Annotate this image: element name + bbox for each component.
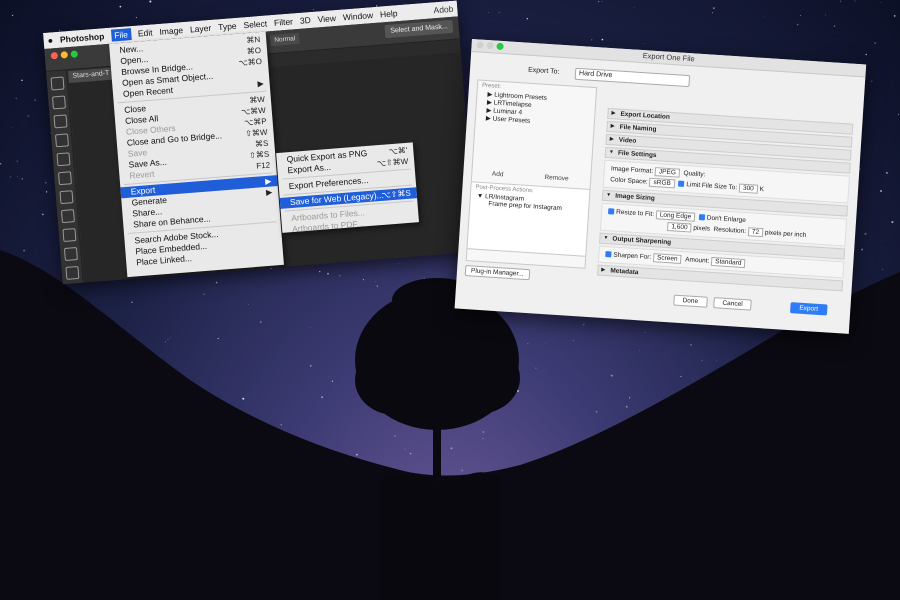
submenu-arrow-icon: ▶ — [264, 176, 272, 187]
menu-type[interactable]: Type — [218, 21, 237, 32]
marquee-tool-icon[interactable] — [51, 95, 66, 110]
menu-3d[interactable]: 3D — [299, 15, 311, 26]
export-to-select[interactable]: Hard Drive — [574, 67, 691, 88]
resize-to-fit-label: Resize to Fit: — [615, 208, 655, 219]
plugin-manager-button[interactable]: Plug-in Manager... — [464, 265, 531, 281]
export-submenu: Quick Export as PNG ⌥⌘' Export As... ⌥⇧⌘W Ex… — [276, 142, 419, 234]
menu-edit[interactable]: Edit — [137, 27, 152, 38]
export-button[interactable]: Export — [789, 302, 828, 316]
menu-filter[interactable]: Filter — [274, 16, 294, 27]
lightroom-export-dialog: Export One File Export To: Hard Drive Pr… — [454, 39, 867, 334]
traffic-lights — [50, 50, 79, 60]
sharpen-for-label: Sharpen For: — [613, 251, 652, 262]
resolution-input[interactable]: 72 — [747, 227, 764, 238]
quality-label: Quality: — [683, 169, 706, 179]
menu-item-label: New... — [119, 43, 144, 56]
limit-file-size-unit: K — [759, 185, 765, 194]
size-input[interactable]: 1,600 — [667, 222, 692, 233]
limit-file-size-input[interactable]: 300 — [738, 183, 759, 194]
app-name[interactable]: Photoshop — [60, 31, 105, 44]
menu-item-label: Save — [127, 147, 148, 159]
cancel-button[interactable]: Cancel — [713, 297, 753, 311]
remove-preset-button[interactable]: Remove — [544, 174, 569, 183]
menu-image[interactable]: Image — [159, 25, 183, 37]
move-tool-icon[interactable] — [50, 76, 64, 91]
frame-tool-icon[interactable] — [57, 171, 72, 186]
close-window-icon[interactable] — [50, 51, 59, 60]
file-menu: New... ⌘N Open... ⌘O Browse In Bridge... ⌥⌘O O… — [109, 31, 284, 278]
resolution-unit-select[interactable]: pixels per inch — [765, 229, 807, 239]
resolution-label: Resolution: — [713, 225, 747, 236]
menu-window[interactable]: Window — [342, 10, 373, 22]
submenu-arrow-icon: ▶ — [257, 78, 264, 89]
done-button[interactable]: Done — [673, 294, 708, 308]
menubar-right-text: Adob — [433, 3, 454, 16]
menu-shortcut: F12 — [255, 160, 271, 171]
menu-item-label: Revert — [129, 168, 155, 181]
stamp-tool-icon[interactable] — [63, 247, 78, 262]
history-brush-tool-icon[interactable] — [64, 265, 79, 280]
submenu-arrow-icon: ▶ — [265, 187, 273, 197]
export-settings: Export Location File Naming Video File S… — [596, 107, 854, 313]
menu-help[interactable]: Help — [380, 8, 398, 19]
image-format-select[interactable]: JPEG — [654, 167, 681, 178]
resize-to-fit-checkbox[interactable] — [607, 208, 615, 215]
amount-label: Amount: — [684, 256, 710, 265]
export-to-label: Export To: — [527, 66, 560, 76]
dont-enlarge-checkbox[interactable] — [698, 214, 705, 221]
quick-select-tool-icon[interactable] — [54, 133, 69, 148]
menu-select[interactable]: Select — [243, 18, 267, 30]
brush-tool-icon[interactable] — [61, 228, 76, 243]
menu-item-label: Close — [123, 103, 147, 115]
menu-shortcut: ⌥⇧⌘S — [381, 188, 412, 200]
blend-mode-select[interactable]: Normal — [269, 32, 300, 47]
zoom-window-icon[interactable] — [70, 50, 79, 58]
photoshop-window: ● Photoshop File Edit Image Layer Type S… — [43, 0, 477, 285]
add-preset-button[interactable]: Add — [492, 171, 504, 179]
menu-view[interactable]: View — [317, 13, 336, 24]
lasso-tool-icon[interactable] — [53, 114, 67, 129]
apple-menu-icon[interactable]: ● — [47, 35, 53, 45]
menu-layer[interactable]: Layer — [190, 23, 212, 35]
amount-select[interactable]: Standard — [710, 256, 746, 269]
dont-enlarge-label: Don't Enlarge — [706, 214, 747, 225]
crop-tool-icon[interactable] — [55, 152, 70, 167]
menu-file[interactable]: File — [110, 28, 132, 42]
color-space-select[interactable]: sRGB — [649, 177, 676, 189]
size-unit-select[interactable]: pixels — [693, 225, 710, 233]
minimize-window-icon[interactable] — [60, 51, 69, 59]
menu-item-label: Export — [130, 184, 156, 197]
select-and-mask-button[interactable]: Select and Mask... — [384, 19, 454, 39]
limit-file-size-checkbox[interactable] — [678, 180, 685, 188]
menu-shortcut: ⌥⇧⌘W — [376, 156, 409, 169]
sharpen-for-select[interactable]: Screen — [652, 253, 682, 264]
color-space-label: Color Space: — [609, 176, 648, 186]
resize-to-fit-select[interactable]: Long Edge — [655, 210, 696, 222]
sharpen-for-checkbox[interactable] — [605, 251, 612, 258]
healing-tool-icon[interactable] — [60, 209, 75, 224]
image-format-label: Image Format: — [610, 165, 654, 175]
menu-item-label: Export As... — [287, 161, 332, 176]
eyedropper-tool-icon[interactable] — [58, 190, 73, 205]
post-process-panel: Post-Process Actions: ▼ LR/Instagram Fra… — [466, 181, 591, 257]
limit-file-size-label: Limit File Size To: — [686, 181, 738, 192]
